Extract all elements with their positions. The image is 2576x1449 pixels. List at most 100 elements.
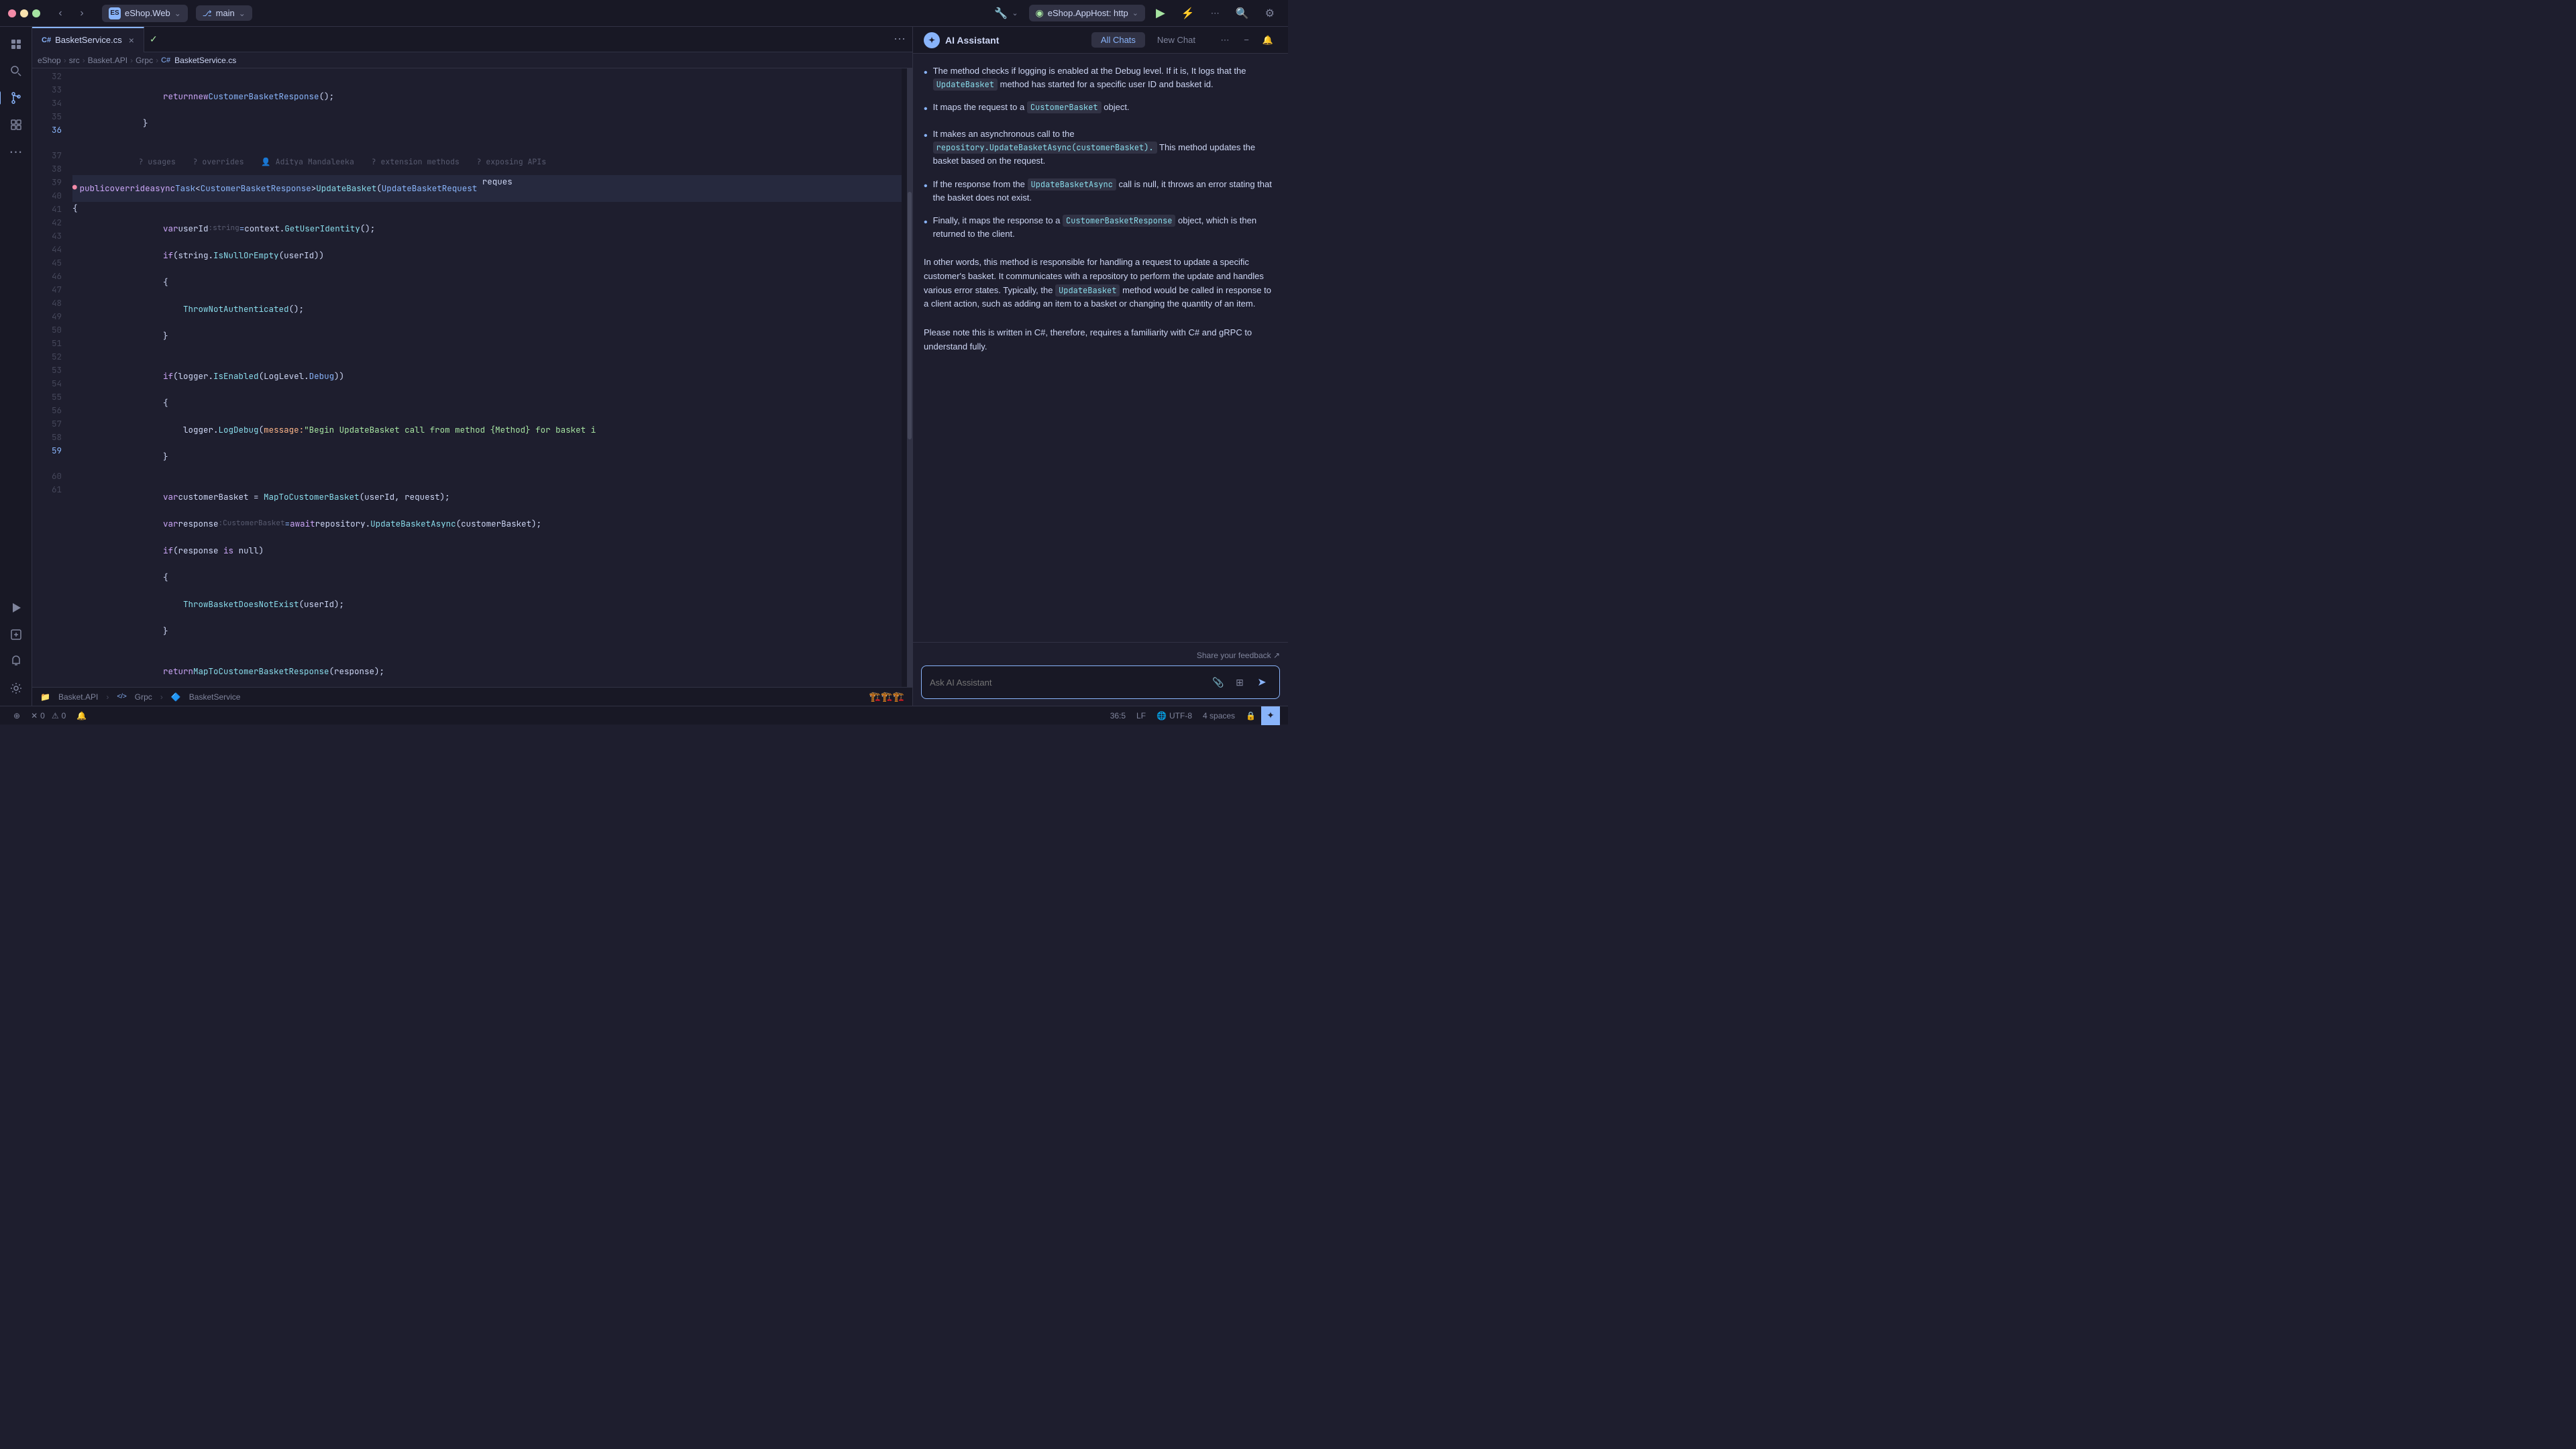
activity-explorer[interactable] [4, 32, 28, 56]
ai-input-field[interactable] [930, 678, 1204, 688]
tab-close-icon[interactable]: × [129, 35, 134, 46]
ai-message-1: • The method checks if logging is enable… [924, 64, 1277, 91]
breadcrumb-src[interactable]: src [69, 56, 80, 65]
host-name: eShop.AppHost: http [1048, 8, 1128, 18]
activity-more[interactable]: ⋯ [4, 140, 28, 164]
status-indent[interactable]: 4 spaces [1197, 706, 1240, 725]
ai-notification-button[interactable]: 🔔 [1258, 31, 1277, 50]
status-position[interactable]: 36:5 [1105, 706, 1131, 725]
ai-paragraph-text-2: Please note this is written in C#, there… [924, 326, 1277, 354]
ai-feedback-link[interactable]: Share your feedback ↗ [1197, 651, 1280, 660]
encoding-text: LF [1136, 711, 1146, 720]
tab-all-chats[interactable]: All Chats [1091, 32, 1145, 48]
file-service-icon: 🔷 [171, 692, 181, 702]
bullet-icon-1: • [924, 65, 928, 82]
status-bar: ⊕ ✕ 0 ⚠ 0 🔔 36:5 LF 🌐 UTF-8 4 spaces 🔒 ✦ [0, 706, 1288, 724]
project-badge[interactable]: ES eShop.Web ⌄ [102, 5, 188, 22]
forward-button[interactable]: › [72, 4, 91, 23]
ai-tab-actions: ⋯ − 🔔 [1216, 31, 1277, 50]
close-dot[interactable] [8, 9, 16, 17]
charset-text: UTF-8 [1169, 711, 1192, 720]
lens-usages[interactable]: ? usages [139, 156, 176, 168]
tools-button[interactable]: 🔧 ⌄ [989, 4, 1023, 23]
status-notifications[interactable]: 🔔 [71, 706, 92, 725]
tab-lang-icon: C# [42, 36, 51, 44]
settings-button[interactable]: ⚙ [1260, 4, 1280, 23]
branch-name: main [216, 8, 235, 18]
lens-overrides[interactable]: ? overrides [193, 156, 244, 168]
warning-icon: ⚠ [52, 711, 59, 720]
lens-exposing[interactable]: ? exposing APIs [477, 156, 547, 168]
run-button[interactable]: ▶ [1150, 3, 1171, 23]
ai-tabs: All Chats New Chat [1091, 32, 1205, 48]
file-service-label[interactable]: BasketService [189, 692, 241, 702]
breadcrumb-grpc[interactable]: Grpc [136, 56, 153, 65]
ai-code-button[interactable]: ⊞ [1231, 674, 1248, 691]
tab-basketservice[interactable]: C# BasketService.cs × [32, 27, 144, 52]
status-remote[interactable]: ⊕ [8, 706, 25, 725]
code-line-33: return new CustomerBasketResponse(); [72, 83, 902, 110]
activity-settings[interactable] [4, 676, 28, 700]
editor-area: C# BasketService.cs × ✓ ⋯ eShop › src › … [32, 27, 912, 706]
debug-button[interactable]: ⚡ [1176, 4, 1200, 23]
ai-footer: Share your feedback ↗ 📎 ⊞ ➤ [913, 642, 1288, 706]
ai-code-5: CustomerBasketResponse [1063, 215, 1175, 227]
status-lock[interactable]: 🔒 [1240, 706, 1261, 725]
activity-search[interactable] [4, 59, 28, 83]
ai-logo: ✦ [924, 32, 940, 48]
ai-minimize-button[interactable]: − [1237, 31, 1256, 50]
tab-menu-button[interactable]: ⋯ [887, 27, 912, 52]
project-name: eShop.Web [125, 8, 170, 18]
project-info: ES eShop.Web ⌄ ⎇ main ⌄ [102, 5, 252, 22]
status-charset[interactable]: 🌐 UTF-8 [1151, 706, 1197, 725]
ai-header: ✦ AI Assistant All Chats New Chat ⋯ − 🔔 [913, 27, 1288, 54]
charset-icon: 🌐 [1157, 711, 1167, 720]
lens-author[interactable]: 👤 Aditya Mandaleeka [261, 156, 354, 168]
titlebar-actions: 🔧 ⌄ ◉ eShop.AppHost: http ⌄ ▶ ⚡ ⋯ 🔍 ⚙ [989, 3, 1280, 23]
code-line-50: var response:CustomerBasket = await repo… [72, 511, 902, 537]
scrollbar-thumb[interactable] [908, 192, 912, 439]
notification-icon: 🔔 [76, 711, 87, 720]
breadcrumb-sep3: › [130, 56, 133, 65]
breadcrumb-sep4: › [156, 56, 158, 65]
status-encoding[interactable]: LF [1131, 706, 1151, 725]
file-folder-label[interactable]: Basket.API [58, 692, 98, 702]
titlebar: ‹ › ES eShop.Web ⌄ ⎇ main ⌄ 🔧 ⌄ ◉ eShop.… [0, 0, 1288, 27]
search-button[interactable]: 🔍 [1230, 4, 1254, 23]
code-line-35 [72, 137, 902, 150]
activity-test[interactable] [4, 623, 28, 647]
activity-run[interactable] [4, 596, 28, 620]
breadcrumb-basketapi[interactable]: Basket.API [88, 56, 127, 65]
code-lens-36: ? usages ? overrides 👤 Aditya Mandaleeka… [72, 150, 902, 175]
branch-badge[interactable]: ⎇ main ⌄ [196, 5, 252, 21]
code-line-48 [72, 470, 902, 484]
file-grpc-label[interactable]: Grpc [135, 692, 152, 702]
window-controls [8, 9, 40, 17]
maximize-dot[interactable] [32, 9, 40, 17]
vertical-scrollbar[interactable] [907, 68, 912, 687]
file-sep2: › [160, 692, 163, 702]
more-button[interactable]: ⋯ [1205, 5, 1225, 21]
tools-icon: 🔧 [994, 7, 1008, 20]
code-line-57: } [72, 685, 902, 687]
activity-source-control[interactable] [4, 86, 28, 110]
activity-extensions[interactable] [4, 113, 28, 137]
tab-new-chat[interactable]: New Chat [1148, 32, 1205, 48]
ai-send-button[interactable]: ➤ [1252, 673, 1271, 692]
ai-attach-button[interactable]: 📎 [1210, 674, 1227, 691]
status-errors[interactable]: ✕ 0 ⚠ 0 [25, 706, 71, 725]
lens-ext-methods[interactable]: ? extension methods [372, 156, 460, 168]
branch-icon: ⎇ [203, 9, 212, 18]
host-badge[interactable]: ◉ eShop.AppHost: http ⌄ [1029, 5, 1145, 21]
status-ai-button[interactable]: ✦ [1261, 706, 1280, 725]
bullet-icon-2: • [924, 101, 928, 118]
minimize-dot[interactable] [20, 9, 28, 17]
breadcrumb-eshop[interactable]: eShop [38, 56, 61, 65]
code-content[interactable]: return new CustomerBasketResponse(); } ?… [67, 68, 902, 687]
breadcrumb-file[interactable]: BasketService.cs [174, 56, 236, 65]
nav-buttons: ‹ › [51, 4, 91, 23]
activity-notifications[interactable] [4, 649, 28, 674]
status-left: ⊕ ✕ 0 ⚠ 0 🔔 [8, 706, 92, 725]
ai-more-button[interactable]: ⋯ [1216, 31, 1234, 50]
back-button[interactable]: ‹ [51, 4, 70, 23]
